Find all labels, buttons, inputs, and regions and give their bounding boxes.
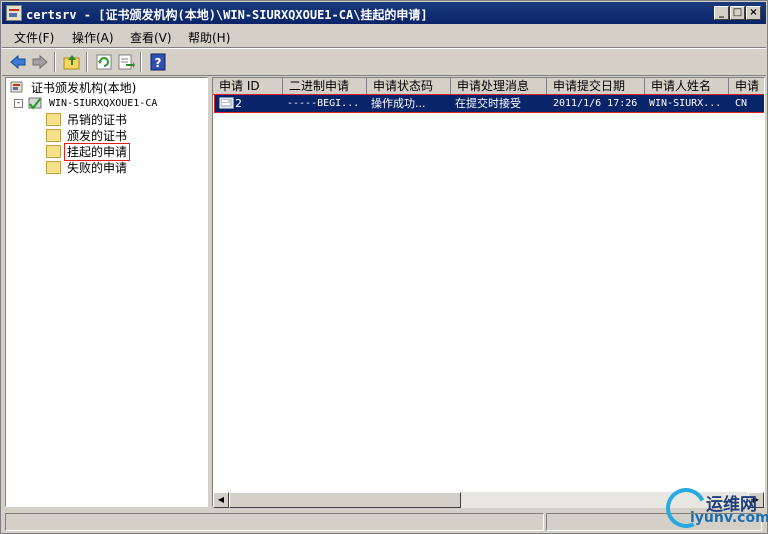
refresh-icon[interactable]: [94, 52, 114, 72]
collapse-toggle[interactable]: -: [14, 99, 23, 108]
scroll-thumb[interactable]: [229, 492, 461, 508]
status-panel-main: [5, 513, 544, 531]
column-header-status-code[interactable]: 申请状态码: [367, 78, 451, 95]
tree-item-label: 挂起的申请: [63, 143, 131, 161]
console-tree[interactable]: 证书颁发机构(本地) - WIN-SIURXQXOUE1-CA 吊销的证书 颁发…: [5, 77, 208, 507]
scroll-left-button[interactable]: ◀: [213, 492, 229, 508]
help-icon[interactable]: ?: [148, 52, 168, 72]
up-folder-icon[interactable]: [62, 52, 82, 72]
mmc-window: certsrv - [证书颁发机构(本地)\WIN-SIURXQXOUE1-CA…: [0, 0, 768, 534]
certsrv-app-icon[interactable]: [6, 5, 22, 21]
result-list[interactable]: 申请 ID 二进制申请 申请状态码 申请处理消息 申请提交日期 申请人姓名 申请…: [212, 77, 765, 507]
site-watermark: 运维网 iyunv.com: [660, 482, 768, 534]
title-bar[interactable]: certsrv - [证书颁发机构(本地)\WIN-SIURXQXOUE1-CA…: [2, 2, 766, 24]
ca-server-check-icon: [28, 97, 43, 110]
status-bar: [2, 511, 766, 533]
pending-request-icon: [219, 96, 235, 110]
menu-help[interactable]: 帮助(H): [188, 29, 230, 46]
folder-icon: [46, 129, 61, 142]
watermark-domain: iyunv.com: [690, 510, 768, 526]
table-row[interactable]: 2 -----BEGI... 操作成功... 在提交时接受 2011/1/6 1…: [214, 94, 764, 113]
folder-icon: [46, 161, 61, 174]
toolbar: ?: [2, 48, 766, 76]
ca-root-icon: [10, 81, 25, 94]
menu-view[interactable]: 查看(V): [130, 29, 172, 46]
menu-action[interactable]: 操作(A): [72, 29, 114, 46]
toolbar-separator: [86, 52, 88, 72]
cell-binary-request: -----BEGI...: [287, 98, 360, 109]
column-header-request-extra[interactable]: 申请: [729, 78, 764, 95]
maximize-button[interactable]: □: [730, 6, 745, 20]
tree-item-label: 吊销的证书: [67, 113, 128, 127]
tree-item-label: 失败的申请: [67, 161, 128, 175]
minimize-button[interactable]: _: [714, 6, 729, 20]
menu-file[interactable]: 文件(F): [14, 29, 54, 46]
menu-bar: 文件(F) 操作(A) 查看(V) 帮助(H): [2, 25, 766, 48]
toolbar-separator: [140, 52, 142, 72]
cell-request-id: 2: [235, 97, 242, 110]
tree-root-label: 证书颁发机构(本地): [31, 81, 137, 95]
window-title: certsrv - [证书颁发机构(本地)\WIN-SIURXQXOUE1-CA…: [26, 8, 428, 22]
tree-ca-label: WIN-SIURXQXOUE1-CA: [49, 98, 158, 109]
cell-requester-name: WIN-SIURX...: [649, 98, 722, 109]
cell-submitted-date: 2011/1/6 17:26: [553, 98, 638, 109]
column-header-request-id[interactable]: 申请 ID: [213, 78, 283, 95]
close-button[interactable]: ×: [746, 6, 761, 20]
column-header-disposition-message[interactable]: 申请处理消息: [451, 78, 547, 95]
toolbar-separator: [54, 52, 56, 72]
cell-status-code: 操作成功...: [371, 97, 426, 110]
column-header-binary-request[interactable]: 二进制申请: [283, 78, 367, 95]
export-list-icon[interactable]: [116, 52, 136, 72]
back-arrow-icon[interactable]: [8, 52, 28, 72]
forward-arrow-icon[interactable]: [30, 52, 50, 72]
folder-icon: [46, 145, 61, 158]
column-header-submitted-date[interactable]: 申请提交日期: [547, 78, 645, 95]
cell-disposition-message: 在提交时接受: [455, 97, 521, 110]
folder-icon: [46, 113, 61, 126]
cell-request-extra: CN: [735, 98, 748, 109]
tree-item-label: 颁发的证书: [67, 129, 128, 143]
column-header-requester-name[interactable]: 申请人姓名: [645, 78, 729, 95]
svg-text:?: ?: [155, 56, 162, 70]
